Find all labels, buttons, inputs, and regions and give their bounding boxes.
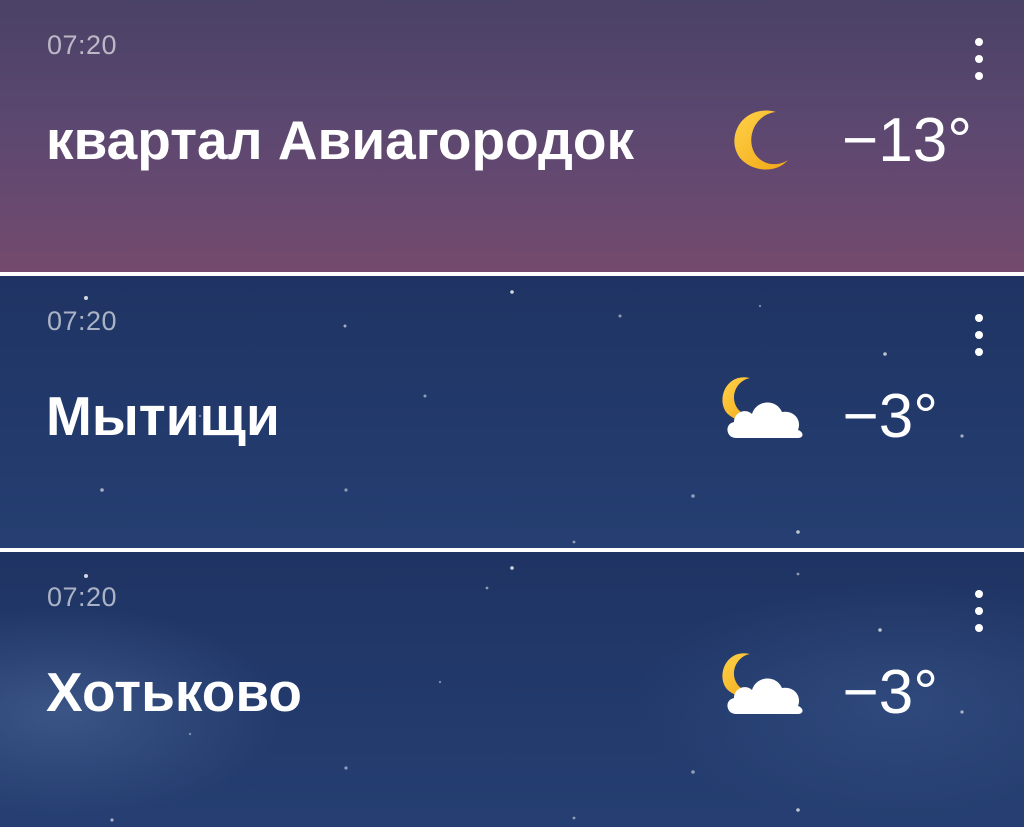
moon-cloud-icon (722, 653, 803, 714)
temperature: −3° (842, 382, 938, 451)
more-vertical-icon[interactable] (964, 34, 994, 84)
city-name: квартал Авиагородок (46, 109, 635, 171)
temperature: −13° (842, 106, 972, 175)
location-card-khotkovo[interactable]: 07:20 Хотьково −3° (0, 552, 1024, 827)
moon-cloud-icon (722, 377, 803, 438)
more-vertical-icon[interactable] (964, 310, 994, 360)
location-card-aviagorodok[interactable]: 07:20 квартал Авиагородок −13° (0, 0, 1024, 272)
location-card-mytishchi[interactable]: 07:20 Мытищи −3° (0, 276, 1024, 548)
local-time: 07:20 (47, 582, 118, 612)
moon-icon (734, 110, 788, 170)
local-time: 07:20 (47, 306, 118, 336)
more-vertical-icon[interactable] (964, 586, 994, 636)
city-name: Хотьково (46, 661, 303, 723)
temperature: −3° (842, 658, 938, 727)
weather-location-list: 07:20 квартал Авиагородок −13° 07:20 Мыт… (0, 0, 1024, 827)
city-name: Мытищи (46, 385, 280, 447)
local-time: 07:20 (47, 30, 118, 60)
